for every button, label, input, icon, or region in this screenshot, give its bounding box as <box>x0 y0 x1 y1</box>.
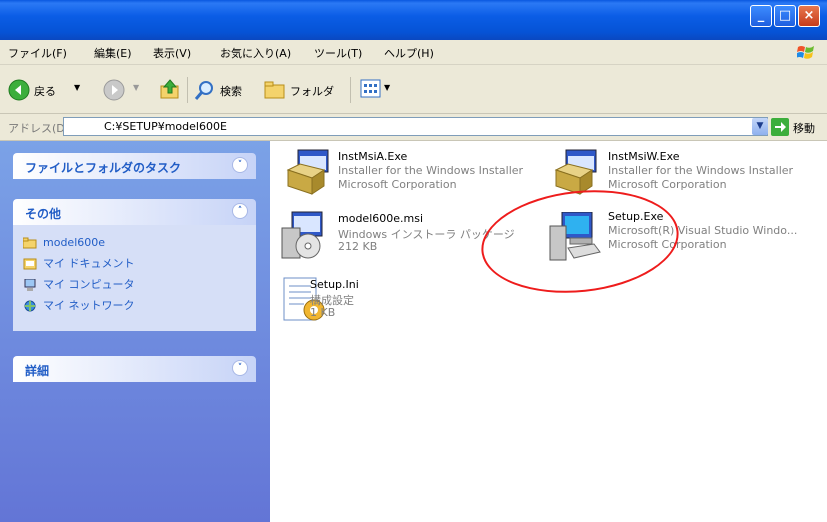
menu-view[interactable]: 表示(V) <box>153 45 191 61</box>
other-panel-title: その他 <box>25 207 62 221</box>
folders-button[interactable]: フォルダ <box>264 77 344 103</box>
highlight-circle <box>476 180 684 303</box>
sidebar-item-my-computer[interactable]: マイ コンピュータ <box>23 277 135 293</box>
views-icon <box>360 79 381 98</box>
close-button[interactable]: × <box>798 5 820 27</box>
collapse-chevron-icon[interactable]: ˄ <box>232 203 248 219</box>
sidebar-item-label: model600e <box>43 236 106 249</box>
toolbar-separator <box>187 77 188 103</box>
address-input[interactable]: C:¥SETUP¥model600E <box>63 117 768 136</box>
sidebar-item-my-network[interactable]: マイ ネットワーク <box>23 298 135 314</box>
installer-icon <box>286 149 329 195</box>
file-name: model600e.msi <box>338 212 424 225</box>
tasks-panel-header[interactable]: ファイルとフォルダのタスク ˅ <box>13 153 256 179</box>
go-arrow-icon <box>771 118 789 136</box>
go-button[interactable]: 移動 <box>771 117 825 137</box>
menu-file[interactable]: ファイル(F) <box>8 45 67 61</box>
views-dropdown-icon: ▼ <box>384 83 391 92</box>
forward-icon <box>103 79 125 101</box>
sidebar-item-model600e[interactable]: model600e <box>23 235 105 251</box>
back-dropdown-icon[interactable]: ▼ <box>74 83 80 92</box>
file-description: Installer for the Windows Installer <box>608 164 794 177</box>
details-panel-header[interactable]: 詳細 ˅ <box>13 356 256 382</box>
tasks-panel-title: ファイルとフォルダのタスク <box>25 161 182 175</box>
sidebar-item-my-documents[interactable]: マイ ドキュメント <box>23 256 135 272</box>
sidebar-item-label: マイ ネットワーク <box>43 299 135 312</box>
file-company: Microsoft Corporation <box>608 178 727 191</box>
maximize-icon: □ <box>778 8 792 23</box>
menu-tools[interactable]: ツール(T) <box>314 45 362 61</box>
menu-edit[interactable]: 編集(E) <box>94 45 132 61</box>
other-panel-header[interactable]: その他 ˄ <box>13 199 256 225</box>
file-company: Microsoft Corporation <box>338 178 457 191</box>
minimize-icon: _ <box>757 8 765 23</box>
search-button[interactable]: 検索 <box>194 77 264 103</box>
file-description: Installer for the Windows Installer <box>338 164 524 177</box>
forward-button[interactable]: ▼ <box>103 77 147 103</box>
toolbar-separator <box>350 77 351 103</box>
expand-chevron-icon[interactable]: ˅ <box>232 360 248 376</box>
back-label: 戻る <box>34 85 56 98</box>
file-name: InstMsiW.Exe <box>608 150 680 163</box>
installer-icon <box>554 149 597 195</box>
task-pane: ファイルとフォルダのタスク ˅ その他 ˄ model600e マイ ドキュメン… <box>0 141 270 522</box>
views-button[interactable]: ▼ <box>360 78 398 102</box>
computer-icon <box>24 279 36 291</box>
maximize-button[interactable]: □ <box>774 5 796 27</box>
title-bar: _ □ × <box>0 0 827 40</box>
menu-help[interactable]: ヘルプ(H) <box>384 45 434 61</box>
details-panel-title: 詳細 <box>25 364 50 378</box>
menu-bar: ファイル(F) 編集(E) 表示(V) お気に入り(A) ツール(T) ヘルプ(… <box>0 40 827 65</box>
address-label: アドレス(D) <box>8 122 70 135</box>
sidebar-item-label: マイ コンピュータ <box>43 278 135 291</box>
up-folder-icon[interactable] <box>159 78 181 100</box>
file-size: 212 KB <box>338 240 378 253</box>
back-button[interactable]: 戻る ▼ <box>8 77 98 103</box>
file-name: InstMsiA.Exe <box>338 150 408 163</box>
documents-icon <box>23 258 37 270</box>
expand-chevron-icon[interactable]: ˅ <box>232 157 248 173</box>
menu-favorites[interactable]: お気に入り(A) <box>220 45 291 61</box>
folders-icon <box>264 81 285 99</box>
go-label: 移動 <box>793 122 815 135</box>
forward-dropdown-icon[interactable]: ▼ <box>133 83 139 92</box>
folders-label: フォルダ <box>290 85 334 98</box>
toolbar: 戻る ▼ ▼ 検索 フォルダ ▼ <box>0 65 827 114</box>
sidebar-item-label: マイ ドキュメント <box>43 257 135 270</box>
other-panel-body: model600e マイ ドキュメント マイ コンピュータ マイ ネットワーク <box>13 225 256 331</box>
address-bar: アドレス(D) C:¥SETUP¥model600E ▼ 移動 <box>0 114 827 141</box>
network-icon <box>24 300 36 312</box>
back-icon <box>8 79 30 101</box>
file-size: 1 KB <box>310 306 336 319</box>
close-icon: × <box>803 8 815 23</box>
address-path: C:¥SETUP¥model600E <box>104 120 227 133</box>
search-icon <box>194 81 213 100</box>
address-dropdown-icon[interactable]: ▼ <box>752 118 768 135</box>
search-label: 検索 <box>220 85 242 98</box>
minimize-button[interactable]: _ <box>750 5 772 27</box>
file-name: Setup.Ini <box>310 278 359 291</box>
msi-package-icon <box>281 211 323 259</box>
folder-icon <box>23 237 37 249</box>
windows-logo-icon <box>797 46 814 59</box>
